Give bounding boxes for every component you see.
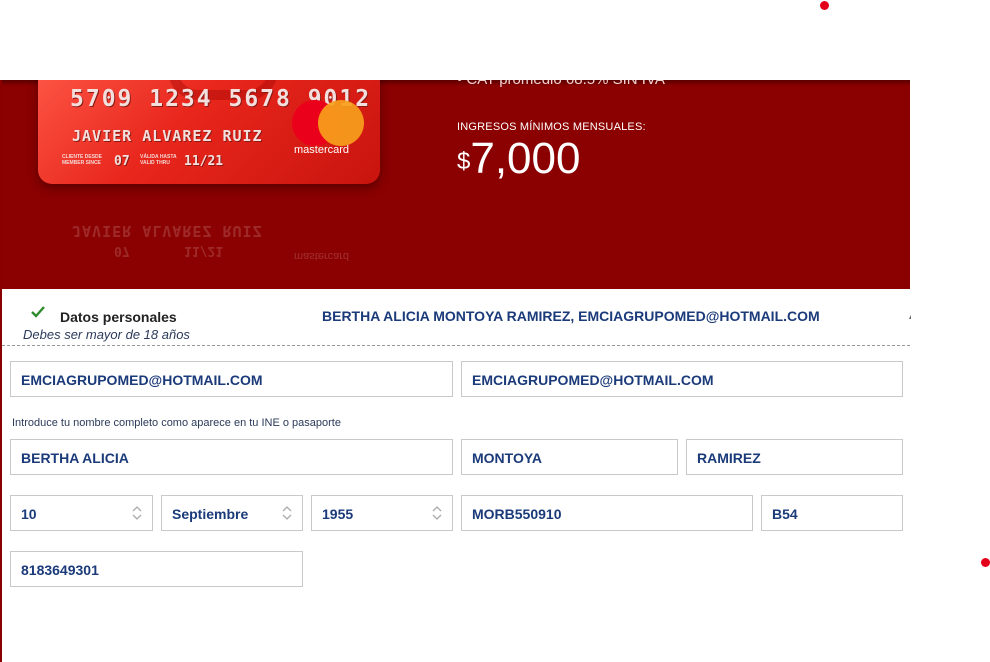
red-dot-marker-top bbox=[820, 1, 829, 10]
step-subtitle: Debes ser mayor de 18 años bbox=[23, 327, 190, 342]
first-name-value: BERTHA ALICIA bbox=[21, 450, 129, 466]
card-valid-thru: 11/21 bbox=[184, 154, 224, 169]
email-value: EMCIAGRUPOMED@HOTMAIL.COM bbox=[21, 372, 263, 388]
minimum-income-label: INGRESOS MÍNIMOS MENSUALES: bbox=[457, 121, 646, 133]
paternal-surname-field[interactable]: MONTOYA bbox=[461, 439, 678, 475]
maternal-surname-value: RAMIREZ bbox=[697, 450, 761, 466]
select-arrows-icon bbox=[282, 506, 292, 520]
card-member-since: 07 bbox=[114, 154, 130, 169]
rfc-field[interactable]: MORB550910 bbox=[461, 495, 753, 531]
chevron-up-icon[interactable]: ▲ bbox=[905, 311, 911, 319]
first-name-field[interactable]: BERTHA ALICIA bbox=[10, 439, 453, 475]
homoclave-value: B54 bbox=[772, 506, 798, 522]
card-member-since-label: CLIENTE DESDE MEMBER SINCE bbox=[62, 154, 103, 166]
personal-data-step-header[interactable]: Datos personales Debes ser mayor de 18 a… bbox=[2, 289, 911, 346]
name-hint-text: Introduce tu nombre completo como aparec… bbox=[12, 417, 341, 429]
credit-card-image: 5709 1234 5678 9012 JAVIER ALVAREZ RUIZ … bbox=[38, 80, 380, 184]
birth-year-value: 1955 bbox=[322, 506, 354, 522]
card-reflection-member-since: 07 bbox=[114, 243, 130, 258]
birth-year-select[interactable]: 1955 bbox=[311, 495, 453, 531]
maternal-surname-field[interactable]: RAMIREZ bbox=[686, 439, 903, 475]
card-reflection: JAVIER ALVAREZ RUIZ 11/21 07 mastercard bbox=[38, 188, 380, 262]
mastercard-wordmark: mastercard bbox=[294, 144, 350, 156]
card-reflection-brand: mastercard bbox=[294, 250, 350, 262]
red-dot-marker-right bbox=[981, 558, 990, 567]
step-summary: BERTHA ALICIA MONTOYA RAMIREZ, EMCIAGRUP… bbox=[322, 308, 820, 324]
card-valid-thru-label: VÁLIDA HASTA VALID THRU bbox=[140, 154, 177, 166]
hero-banner: 5709 1234 5678 9012 JAVIER ALVAREZ RUIZ … bbox=[2, 80, 910, 289]
homoclave-field[interactable]: B54 bbox=[761, 495, 903, 531]
email-field[interactable]: EMCIAGRUPOMED@HOTMAIL.COM bbox=[10, 361, 453, 397]
birth-day-value: 10 bbox=[21, 506, 37, 522]
select-arrows-icon bbox=[432, 506, 442, 520]
email-confirm-value: EMCIAGRUPOMED@HOTMAIL.COM bbox=[472, 372, 714, 388]
mastercard-logo: mastercard bbox=[292, 100, 368, 160]
cat-rate-text: • CAT promedio 68.5% SIN IVA bbox=[457, 80, 665, 88]
rfc-value: MORB550910 bbox=[472, 506, 562, 522]
phone-field[interactable]: 8183649301 bbox=[10, 551, 303, 587]
birth-day-select[interactable]: 10 bbox=[10, 495, 153, 531]
card-reflection-valid-thru: 11/21 bbox=[184, 243, 224, 258]
select-arrows-icon bbox=[132, 506, 142, 520]
minimum-income-amount: $7,000 bbox=[457, 134, 580, 184]
mastercard-yellow-circle bbox=[318, 100, 364, 146]
email-confirm-field[interactable]: EMCIAGRUPOMED@HOTMAIL.COM bbox=[461, 361, 903, 397]
birth-month-select[interactable]: Septiembre bbox=[161, 495, 303, 531]
check-icon bbox=[31, 306, 45, 318]
income-value: 7,000 bbox=[470, 134, 581, 183]
paternal-surname-value: MONTOYA bbox=[472, 450, 543, 466]
birth-month-value: Septiembre bbox=[172, 506, 249, 522]
card-holder: JAVIER ALVAREZ RUIZ bbox=[72, 127, 263, 145]
phone-value: 8183649301 bbox=[21, 562, 99, 578]
step-title: Datos personales bbox=[60, 309, 177, 325]
application-frame: 5709 1234 5678 9012 JAVIER ALVAREZ RUIZ … bbox=[0, 80, 911, 662]
income-currency-symbol: $ bbox=[457, 148, 471, 175]
card-reflection-holder: JAVIER ALVAREZ RUIZ bbox=[72, 222, 263, 240]
